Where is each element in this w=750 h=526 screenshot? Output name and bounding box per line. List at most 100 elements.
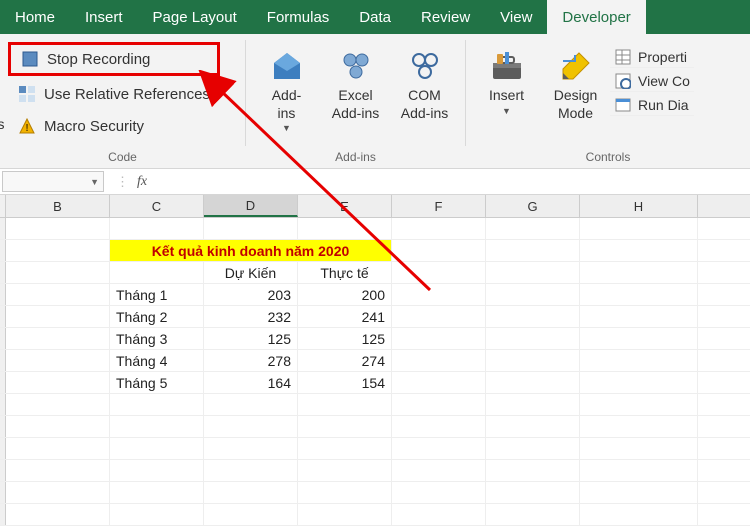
col-header-G[interactable]: G [486, 195, 580, 217]
grid-row: Tháng 2232241 [0, 306, 750, 328]
cell[interactable] [580, 262, 698, 283]
dropdown-caret-icon: ▼ [502, 106, 511, 117]
cell[interactable] [298, 218, 392, 239]
cell[interactable]: 274 [298, 350, 392, 371]
tab-insert[interactable]: Insert [70, 0, 138, 34]
col-header-D[interactable]: D [204, 195, 298, 217]
cell[interactable] [580, 372, 698, 393]
cell[interactable]: 232 [204, 306, 298, 327]
cell[interactable]: 154 [298, 372, 392, 393]
stop-recording-button[interactable]: Stop Recording [8, 42, 220, 76]
cell[interactable] [6, 350, 110, 371]
cell[interactable]: Thực tế [298, 262, 392, 283]
excel-addins-button[interactable]: Excel Add-ins [323, 44, 388, 138]
col-header-E[interactable]: E [298, 195, 392, 217]
cell[interactable] [392, 262, 486, 283]
cell[interactable]: 278 [204, 350, 298, 371]
cell[interactable] [110, 262, 204, 283]
cell[interactable] [204, 218, 298, 239]
cell[interactable] [6, 218, 110, 239]
cell[interactable]: Dự Kiến [204, 262, 298, 283]
ribbon: cros Stop Recording Use Relative Referen… [0, 34, 750, 169]
cell[interactable]: Tháng 5 [110, 372, 204, 393]
design-mode-icon [558, 48, 594, 84]
cell[interactable] [580, 218, 698, 239]
cell[interactable] [6, 328, 110, 349]
cell[interactable] [6, 262, 110, 283]
tab-review[interactable]: Review [406, 0, 485, 34]
cell[interactable]: Tháng 2 [110, 306, 204, 327]
properties-label: Properti [638, 49, 687, 65]
cell[interactable] [392, 284, 486, 305]
cell[interactable] [392, 306, 486, 327]
cell[interactable] [392, 240, 486, 261]
cell[interactable]: 241 [298, 306, 392, 327]
cell[interactable]: 125 [298, 328, 392, 349]
formula-input[interactable] [157, 169, 750, 194]
col-header-F[interactable]: F [392, 195, 486, 217]
run-dialog-button[interactable]: Run Dia [610, 94, 694, 116]
macro-security-label: Macro Security [44, 118, 144, 135]
col-header-C[interactable]: C [110, 195, 204, 217]
cell[interactable] [580, 284, 698, 305]
tab-developer[interactable]: Developer [547, 0, 645, 34]
design-mode-button[interactable]: Design Mode [543, 44, 608, 126]
cell[interactable] [110, 218, 204, 239]
title-cell[interactable]: Kết quả kinh doanh năm 2020 [110, 240, 392, 261]
grid-row [0, 394, 750, 416]
cell[interactable] [486, 218, 580, 239]
tab-home[interactable]: Home [0, 0, 70, 34]
tab-data[interactable]: Data [344, 0, 406, 34]
cell[interactable] [486, 284, 580, 305]
cell[interactable] [486, 262, 580, 283]
group-label-controls: Controls [472, 150, 744, 166]
com-addins-button[interactable]: COM Add-ins [392, 44, 457, 138]
cell[interactable] [580, 328, 698, 349]
cell[interactable] [6, 306, 110, 327]
cell[interactable] [486, 350, 580, 371]
cell[interactable] [486, 240, 580, 261]
cell[interactable] [392, 218, 486, 239]
cell[interactable] [486, 328, 580, 349]
cell[interactable]: 203 [204, 284, 298, 305]
fx-button[interactable]: fx [137, 174, 147, 190]
cell[interactable] [392, 372, 486, 393]
properties-button[interactable]: Properti [610, 46, 694, 68]
cell[interactable] [580, 240, 698, 261]
view-code-button[interactable]: View Co [610, 70, 694, 92]
cell[interactable] [392, 328, 486, 349]
cell[interactable]: 164 [204, 372, 298, 393]
tab-page-layout[interactable]: Page Layout [138, 0, 252, 34]
cell[interactable] [6, 372, 110, 393]
cell[interactable] [6, 240, 110, 261]
use-relative-label: Use Relative References [44, 86, 210, 103]
grid-row: Tháng 3125125 [0, 328, 750, 350]
cell[interactable] [580, 350, 698, 371]
formula-menu-icon[interactable]: ⋮ [116, 174, 129, 190]
addins-button[interactable]: Add- ins ▼ [254, 44, 319, 138]
cell[interactable]: Tháng 3 [110, 328, 204, 349]
cell[interactable] [486, 306, 580, 327]
macro-security-button[interactable]: ! Macro Security [8, 112, 220, 140]
name-box[interactable]: ▼ [2, 171, 104, 192]
insert-control-button[interactable]: Insert ▼ [474, 44, 539, 126]
grid-row: Tháng 4278274 [0, 350, 750, 372]
cell[interactable]: 125 [204, 328, 298, 349]
cell[interactable]: 200 [298, 284, 392, 305]
cell[interactable]: Tháng 4 [110, 350, 204, 371]
cell[interactable]: Tháng 1 [110, 284, 204, 305]
grid-row [0, 438, 750, 460]
tab-view[interactable]: View [485, 0, 547, 34]
col-header-B[interactable]: B [6, 195, 110, 217]
cell[interactable] [392, 350, 486, 371]
addins-icon [269, 48, 305, 84]
grid-row [0, 218, 750, 240]
cell[interactable] [580, 306, 698, 327]
tab-formulas[interactable]: Formulas [252, 0, 345, 34]
cell[interactable] [6, 284, 110, 305]
cell[interactable] [486, 372, 580, 393]
use-relative-references-button[interactable]: Use Relative References [8, 80, 220, 108]
name-box-dropdown-icon[interactable]: ▼ [90, 177, 99, 187]
col-header-H[interactable]: H [580, 195, 698, 217]
com-addins-label: COM Add-ins [401, 87, 448, 122]
